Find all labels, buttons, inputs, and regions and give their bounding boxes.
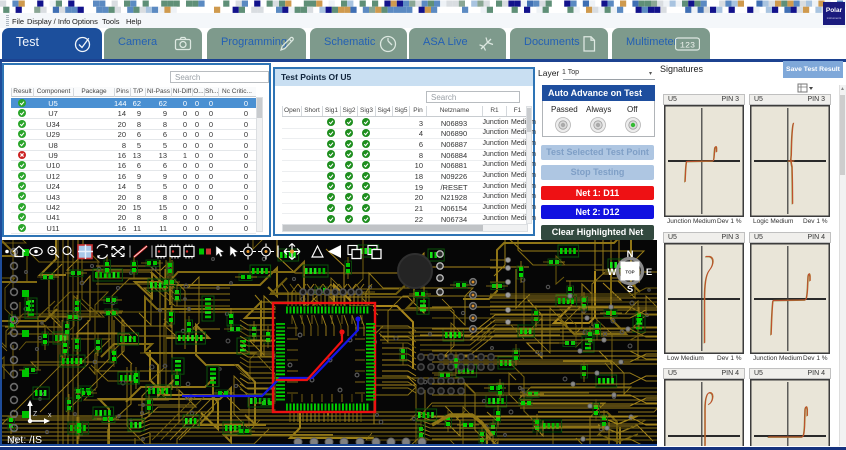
svg-text:N: N — [627, 249, 634, 260]
svg-text:123: 123 — [680, 40, 695, 50]
svg-text:x: x — [48, 412, 52, 419]
svg-text:W: W — [608, 267, 617, 278]
svg-text:E: E — [646, 267, 652, 278]
svg-text:Z: Z — [33, 411, 38, 418]
svg-text:S: S — [627, 284, 633, 295]
svg-text:TOP: TOP — [625, 270, 634, 275]
